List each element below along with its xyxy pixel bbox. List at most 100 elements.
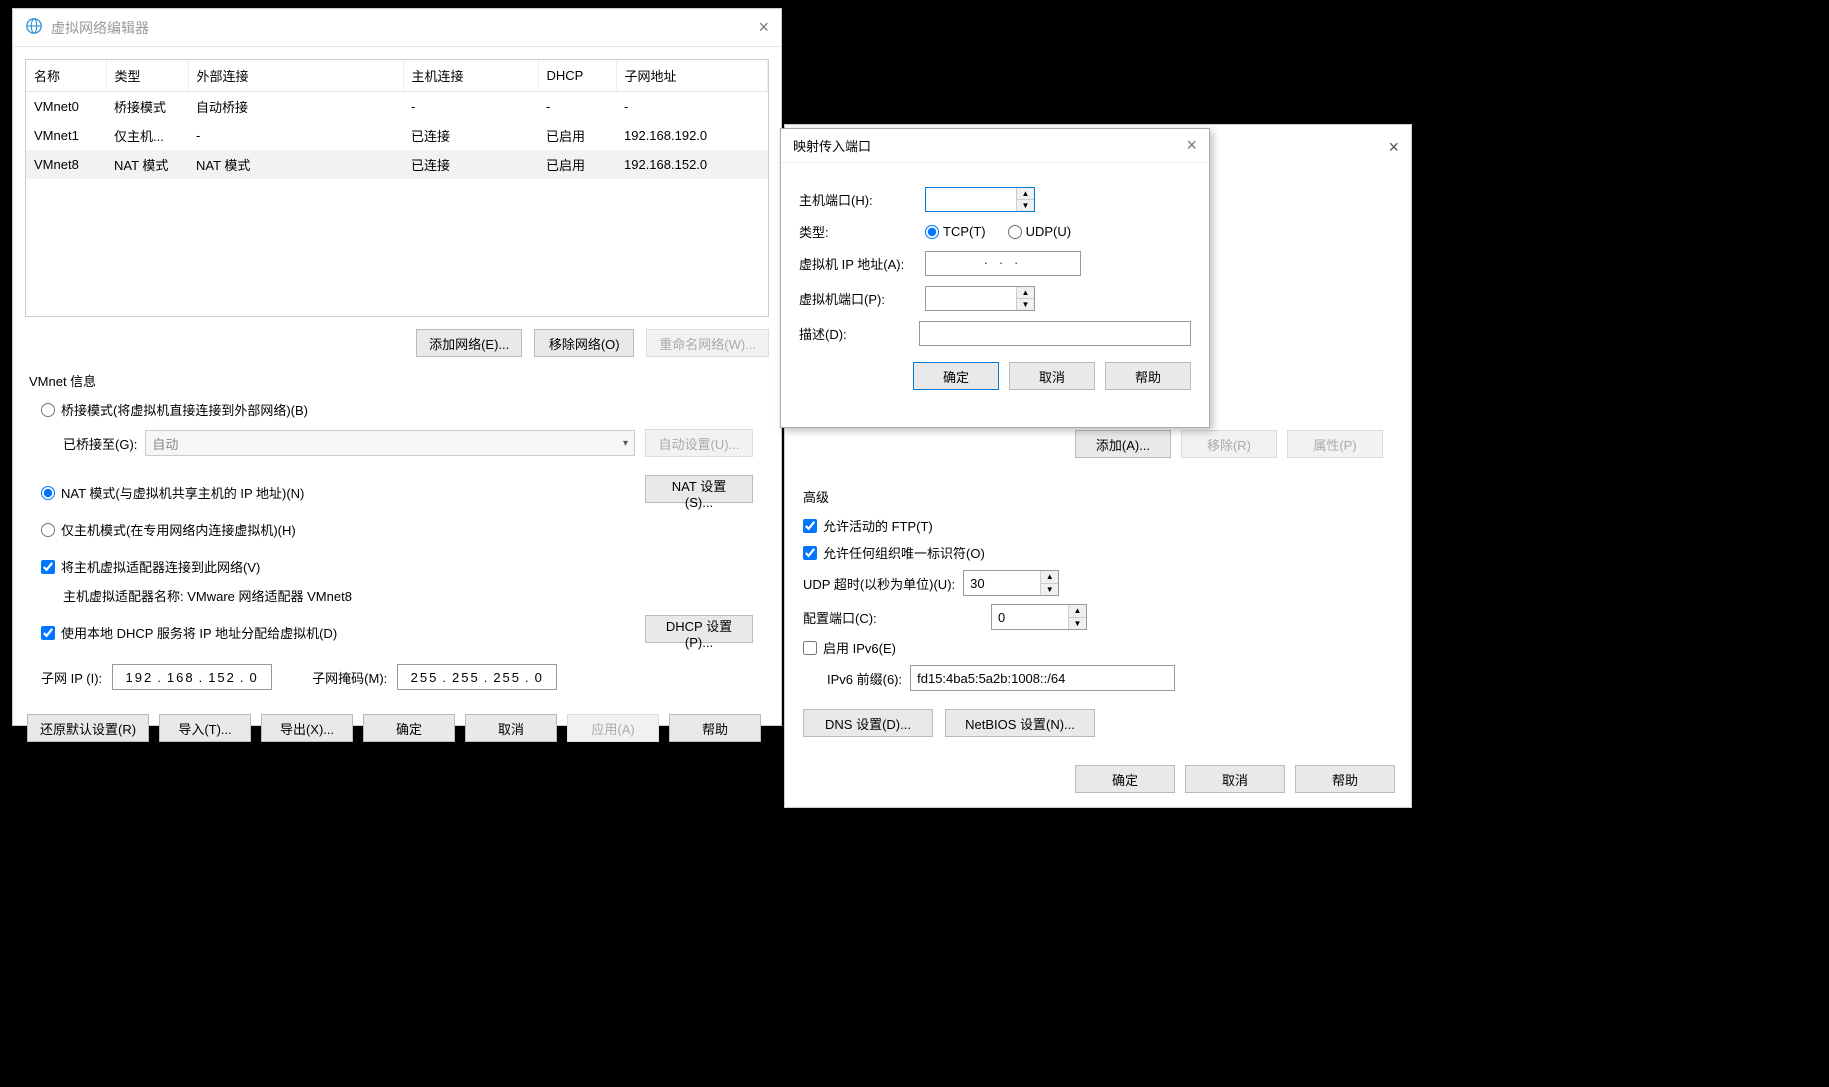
cell: VMnet0 (26, 92, 106, 122)
ip-a: 192 (126, 670, 154, 685)
close-icon[interactable]: × (1186, 135, 1197, 156)
desc-input[interactable] (919, 321, 1191, 346)
allow-ftp-checkbox[interactable] (803, 519, 817, 533)
ipv6-prefix-value: fd15:4ba5:5a2b:1008::/64 (917, 671, 1065, 686)
ip-c: 152 (208, 670, 236, 685)
allow-org-label: 允许任何组织唯一标识符(O) (823, 543, 985, 562)
vm-port-label: 虚拟机端口(P): (799, 289, 925, 308)
use-dhcp-checkbox[interactable] (41, 626, 55, 640)
close-icon[interactable]: × (1388, 137, 1399, 158)
restore-defaults-button[interactable]: 还原默认设置(R) (27, 714, 149, 742)
ok-button[interactable]: 确定 (913, 362, 999, 390)
tcp-radio[interactable] (925, 225, 939, 239)
cfg-port-value: 0 (992, 605, 1068, 629)
spinner-icon[interactable]: ▲▼ (1068, 605, 1086, 629)
bridge-radio-row[interactable]: 桥接模式(将虚拟机直接连接到外部网络)(B) (41, 400, 753, 419)
pd-title-text: 映射传入端口 (793, 136, 871, 155)
cancel-button[interactable]: 取消 (1009, 362, 1095, 390)
apply-button: 应用(A) (567, 714, 659, 742)
table-row[interactable]: VMnet0 桥接模式 自动桥接 - - - (26, 92, 768, 122)
subnet-mask-label: 子网掩码(M): (312, 668, 387, 687)
cfg-port-row: 配置端口(C): 0 ▲▼ (803, 604, 1393, 630)
tcp-radio-label[interactable]: TCP(T) (925, 224, 986, 239)
help-button[interactable]: 帮助 (1295, 765, 1395, 793)
spinner-icon[interactable]: ▲ ▼ (1016, 287, 1034, 310)
col-host[interactable]: 主机连接 (403, 60, 538, 92)
allow-org-row[interactable]: 允许任何组织唯一标识符(O) (803, 543, 1393, 562)
add-network-button[interactable]: 添加网络(E)... (416, 329, 522, 357)
export-button[interactable]: 导出(X)... (261, 714, 353, 742)
table-header: 名称 类型 外部连接 主机连接 DHCP 子网地址 (26, 60, 768, 92)
ip-b: 168 (167, 670, 195, 685)
hostonly-radio[interactable] (41, 523, 55, 537)
dhcp-settings-button[interactable]: DHCP 设置(P)... (645, 615, 753, 643)
remove-network-button[interactable]: 移除网络(O) (534, 329, 634, 357)
col-subnet[interactable]: 子网地址 (616, 60, 768, 92)
cell: 已启用 (538, 150, 616, 179)
table-row[interactable]: VMnet1 仅主机... - 已连接 已启用 192.168.192.0 (26, 121, 768, 150)
dns-netbios-row: DNS 设置(D)... NetBIOS 设置(N)... (803, 709, 1393, 737)
cfg-port-label: 配置端口(C): (803, 608, 983, 627)
nat-settings-button[interactable]: NAT 设置(S)... (645, 475, 753, 503)
allow-org-checkbox[interactable] (803, 546, 817, 560)
spinner-icon[interactable]: ▲ ▼ (1016, 188, 1034, 211)
cell: 192.168.192.0 (616, 121, 768, 150)
nat-radio-row[interactable]: NAT 模式(与虚拟机共享主机的 IP 地址)(N) NAT 设置(S)... (41, 475, 753, 510)
spinner-icon[interactable]: ▲▼ (1040, 571, 1058, 595)
table-button-row: 添加网络(E)... 移除网络(O) 重命名网络(W)... (25, 329, 769, 357)
help-button[interactable]: 帮助 (669, 714, 761, 742)
enable-ipv6-row[interactable]: 启用 IPv6(E) (803, 638, 1393, 657)
m-c: 255 (493, 670, 521, 685)
dns-settings-button[interactable]: DNS 设置(D)... (803, 709, 933, 737)
udp-timeout-label: UDP 超时(以秒为单位)(U): (803, 574, 955, 593)
rename-network-button: 重命名网络(W)... (646, 329, 769, 357)
nat-radio[interactable] (41, 486, 55, 500)
udp-timeout-input[interactable]: 30 ▲▼ (963, 570, 1059, 596)
allow-ftp-row[interactable]: 允许活动的 FTP(T) (803, 516, 1393, 535)
tcp-text: TCP(T) (943, 224, 986, 239)
bridged-to-label: 已桥接至(G): (63, 434, 137, 453)
enable-ipv6-checkbox[interactable] (803, 641, 817, 655)
add-button[interactable]: 添加(A)... (1075, 430, 1171, 458)
bridged-to-row: 已桥接至(G): 自动 ▾ 自动设置(U)... (63, 429, 753, 457)
help-button[interactable]: 帮助 (1105, 362, 1191, 390)
adapter-name-text: 主机虚拟适配器名称: VMware 网络适配器 VMnet8 (63, 586, 753, 605)
cell: 192.168.152.0 (616, 150, 768, 179)
vne-body: 名称 类型 外部连接 主机连接 DHCP 子网地址 VMnet0 桥接模式 自动… (13, 47, 781, 754)
vm-port-input[interactable]: ▲ ▼ (925, 286, 1035, 311)
subnet-mask-input[interactable]: 255. 255. 255. 0 (397, 664, 557, 690)
col-type[interactable]: 类型 (106, 60, 188, 92)
cfg-port-input[interactable]: 0 ▲▼ (991, 604, 1087, 630)
hostonly-radio-row[interactable]: 仅主机模式(在专用网络内连接虚拟机)(H) (41, 520, 753, 539)
netbios-settings-button[interactable]: NetBIOS 设置(N)... (945, 709, 1095, 737)
desc-row: 描述(D): (799, 321, 1191, 346)
close-icon[interactable]: × (758, 17, 769, 38)
ok-button[interactable]: 确定 (363, 714, 455, 742)
cell: - (188, 121, 403, 150)
ok-button[interactable]: 确定 (1075, 765, 1175, 793)
cancel-button[interactable]: 取消 (465, 714, 557, 742)
udp-radio-label[interactable]: UDP(U) (1008, 224, 1072, 239)
m-d: 0 (535, 670, 544, 685)
use-dhcp-row[interactable]: 使用本地 DHCP 服务将 IP 地址分配给虚拟机(D) DHCP 设置(P).… (41, 615, 753, 650)
table-row-selected[interactable]: VMnet8 NAT 模式 NAT 模式 已连接 已启用 192.168.152… (26, 150, 768, 179)
col-dhcp[interactable]: DHCP (538, 60, 616, 92)
subnet-ip-input[interactable]: 192. 168. 152. 0 (112, 664, 272, 690)
connect-host-checkbox[interactable] (41, 560, 55, 574)
cell: 自动桥接 (188, 92, 403, 122)
host-port-row: 主机端口(H): ▲ ▼ (799, 187, 1191, 212)
col-name[interactable]: 名称 (26, 60, 106, 92)
ipv6-prefix-input[interactable]: fd15:4ba5:5a2b:1008::/64 (910, 665, 1175, 691)
vm-ip-input[interactable]: . . . (925, 251, 1081, 276)
pd-body: 主机端口(H): ▲ ▼ 类型: TCP(T) UDP(U) 虚拟机 IP 地址… (781, 163, 1209, 404)
vm-port-row: 虚拟机端口(P): ▲ ▼ (799, 286, 1191, 311)
cancel-button[interactable]: 取消 (1185, 765, 1285, 793)
host-port-input[interactable]: ▲ ▼ (925, 187, 1035, 212)
col-ext[interactable]: 外部连接 (188, 60, 403, 92)
cell: 仅主机... (106, 121, 188, 150)
import-button[interactable]: 导入(T)... (159, 714, 251, 742)
connect-host-row[interactable]: 将主机虚拟适配器连接到此网络(V) (41, 557, 753, 576)
udp-radio[interactable] (1008, 225, 1022, 239)
chevron-down-icon: ▾ (623, 438, 628, 449)
bridge-radio[interactable] (41, 403, 55, 417)
